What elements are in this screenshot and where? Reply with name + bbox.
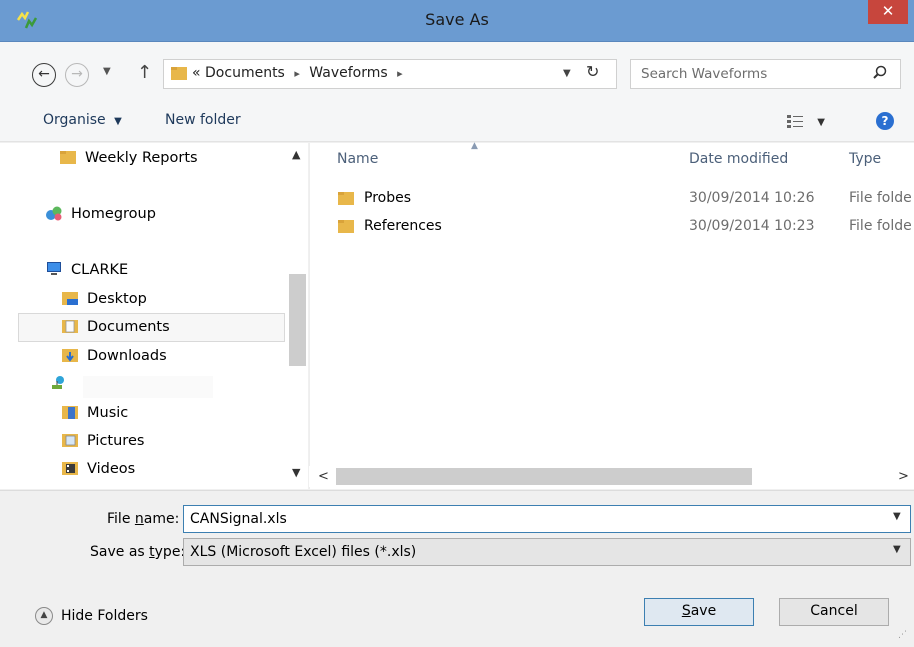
computer-icon <box>47 262 61 275</box>
desktop-icon <box>62 292 78 305</box>
music-icon <box>62 406 78 419</box>
scroll-up-icon[interactable]: ▲ <box>292 148 300 161</box>
close-button[interactable]: ✕ <box>868 0 908 24</box>
folder-icon <box>338 220 354 233</box>
nav-item-label: Weekly Reports <box>85 150 198 166</box>
file-row[interactable]: Probes 30/09/2014 10:26 File folde <box>310 186 914 212</box>
column-header-name[interactable]: Name <box>337 151 378 167</box>
breadcrumb-separator-icon[interactable]: ▸ <box>294 67 300 80</box>
file-name: Probes <box>364 190 412 206</box>
sort-ascending-icon: ▲ <box>471 141 478 151</box>
scroll-right-icon[interactable]: > <box>898 469 909 484</box>
downloads-icon <box>62 349 78 362</box>
nav-item-label: Homegroup <box>71 206 156 222</box>
documents-icon <box>62 320 78 333</box>
file-name: References <box>364 218 442 234</box>
hide-folders-label: Hide Folders <box>61 608 148 624</box>
organise-button[interactable]: Organise ▼ <box>43 112 122 128</box>
search-input[interactable] <box>641 60 861 88</box>
file-type: File folde <box>849 218 912 234</box>
pictures-icon <box>62 434 78 447</box>
network-drive-icon <box>52 376 64 389</box>
horizontal-scrollbar-thumb[interactable] <box>336 468 752 485</box>
column-header-type[interactable]: Type <box>849 151 881 167</box>
breadcrumb-item-waveforms[interactable]: Waveforms <box>309 65 387 81</box>
recent-locations-dropdown-icon[interactable]: ▼ <box>103 66 111 77</box>
chevron-up-icon: ▲ <box>35 607 53 625</box>
file-type: File folde <box>849 190 912 206</box>
column-header-date-modified[interactable]: Date modified <box>689 151 788 167</box>
folder-icon <box>171 67 187 80</box>
nav-item-label: CLARKE <box>71 262 129 278</box>
breadcrumb-overflow[interactable]: « <box>192 65 201 81</box>
scroll-left-icon[interactable]: < <box>318 469 329 484</box>
chevron-down-icon: ▼ <box>817 117 825 128</box>
chevron-down-icon[interactable]: ▼ <box>893 544 901 555</box>
change-view-button[interactable]: ▼ <box>787 113 825 129</box>
search-icon[interactable] <box>872 65 888 81</box>
command-bar <box>0 104 914 142</box>
chevron-down-icon[interactable]: ▼ <box>563 68 571 79</box>
scroll-down-icon[interactable]: ▼ <box>292 466 300 479</box>
save-as-type-value: XLS (Microsoft Excel) files (*.xls) <box>190 544 417 560</box>
up-arrow-icon[interactable]: ↑ <box>137 62 152 83</box>
nav-item-label: Documents <box>87 319 170 335</box>
file-date: 30/09/2014 10:26 <box>689 190 815 206</box>
save-button[interactable]: Save <box>644 598 754 626</box>
new-folder-button[interactable]: New folder <box>165 112 241 128</box>
save-as-type-label: Save as type: <box>90 544 186 560</box>
homegroup-icon <box>46 206 62 221</box>
forward-button[interactable]: → <box>65 63 89 87</box>
redacted-label <box>83 376 213 398</box>
filename-input[interactable] <box>190 506 870 532</box>
nav-scrollbar-thumb[interactable] <box>289 274 306 366</box>
videos-icon <box>62 462 78 475</box>
details-view-icon <box>787 115 803 128</box>
resize-grip-icon[interactable]: ⋰ <box>898 630 907 640</box>
nav-item-label: Videos <box>87 461 136 477</box>
folder-icon <box>60 151 76 164</box>
breadcrumb-item-documents[interactable]: Documents <box>205 65 285 81</box>
file-row[interactable]: References 30/09/2014 10:23 File folde <box>310 214 914 240</box>
filename-label: File name: <box>107 511 180 527</box>
breadcrumb: « Documents ▸ Waveforms ▸ <box>192 65 403 81</box>
nav-item-label: Downloads <box>87 348 167 364</box>
help-icon[interactable]: ? <box>876 112 894 130</box>
window-title: Save As <box>425 10 489 29</box>
nav-item-label: Pictures <box>87 433 145 449</box>
file-date: 30/09/2014 10:23 <box>689 218 815 234</box>
chevron-down-icon: ▼ <box>114 116 122 127</box>
cancel-button[interactable]: Cancel <box>779 598 889 626</box>
back-button[interactable]: ← <box>32 63 56 87</box>
breadcrumb-separator-icon[interactable]: ▸ <box>397 67 403 80</box>
nav-item-label: Desktop <box>87 291 147 307</box>
refresh-icon[interactable]: ↻ <box>586 62 599 81</box>
chevron-down-icon[interactable]: ▼ <box>893 511 901 522</box>
nav-item-label: Music <box>87 405 129 421</box>
folder-icon <box>338 192 354 205</box>
organise-label: Organise <box>43 112 106 128</box>
